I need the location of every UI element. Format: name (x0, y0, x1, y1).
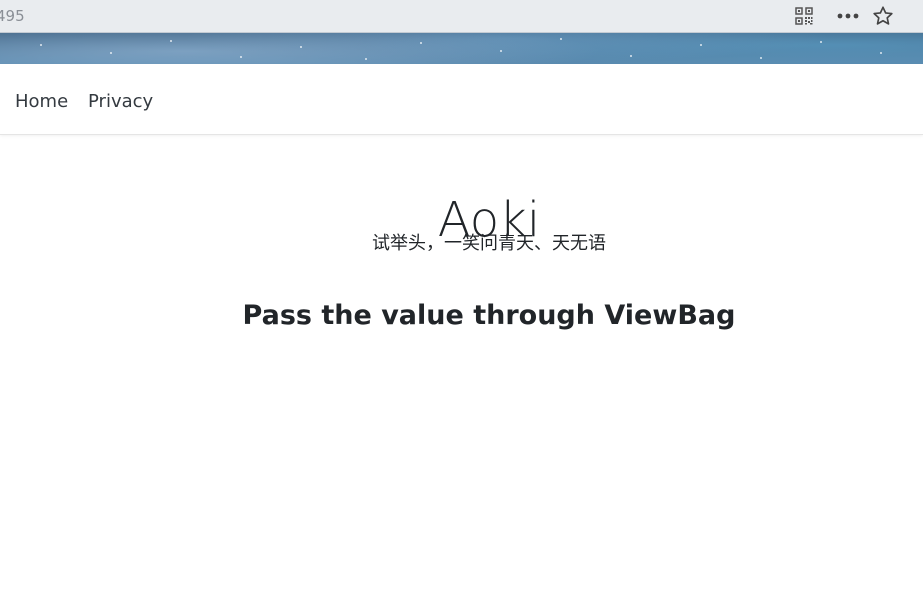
address-text: 495 (0, 7, 25, 25)
nav-privacy-link[interactable]: Privacy (88, 91, 153, 112)
qr-code-icon[interactable] (792, 4, 816, 28)
star-icon[interactable] (871, 4, 895, 28)
browser-chrome: 495 (0, 0, 923, 64)
address-bar[interactable]: 495 (0, 0, 923, 33)
viewbag-message: Pass the value through ViewBag (242, 300, 736, 332)
page-subtitle: 试举头，一笑问青天、天无语 (372, 233, 606, 254)
more-icon[interactable] (836, 4, 860, 28)
navbar: Home Privacy (0, 64, 923, 135)
main-content: Aoki 试举头，一笑问青天、天无语 Pass the value throug… (0, 136, 923, 612)
nav-home-link[interactable]: Home (15, 91, 68, 112)
